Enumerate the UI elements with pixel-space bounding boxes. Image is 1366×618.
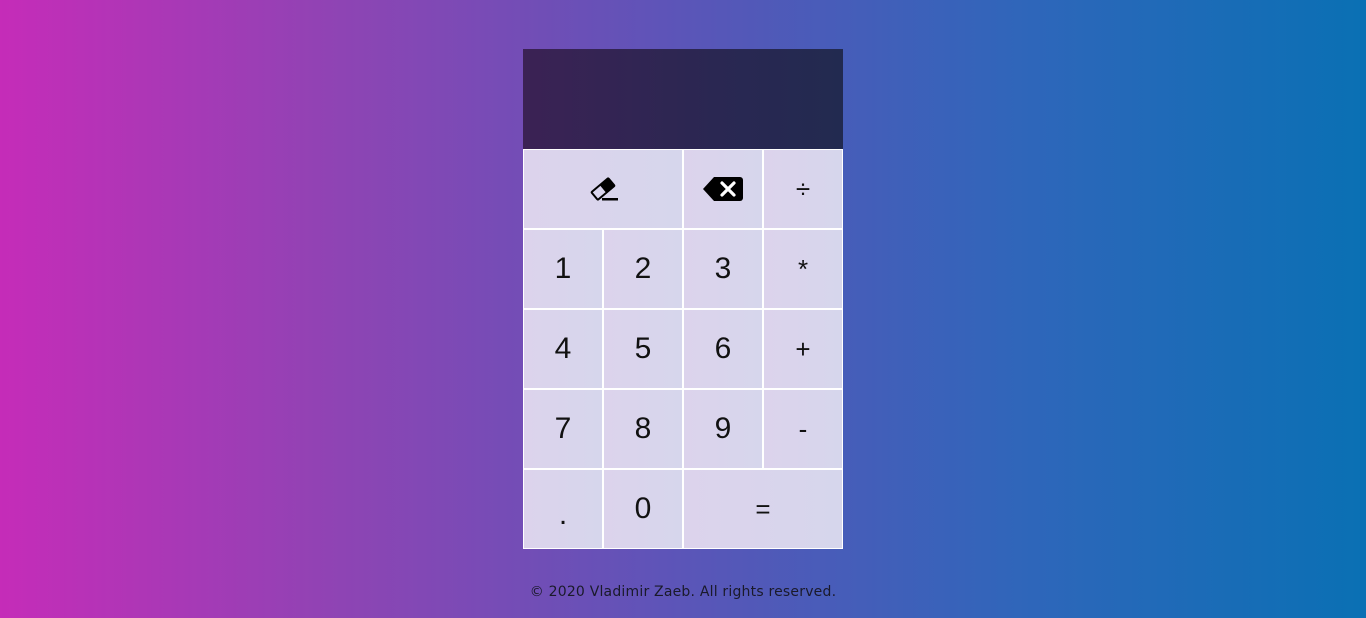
minus-button[interactable]: -	[763, 389, 843, 469]
decimal-point-button[interactable]: .	[523, 469, 603, 549]
digit-7-button[interactable]: 7	[523, 389, 603, 469]
digit-2-button[interactable]: 2	[603, 229, 683, 309]
calculator-display	[523, 49, 843, 149]
backspace-icon	[703, 177, 743, 201]
digit-1-button[interactable]: 1	[523, 229, 603, 309]
digit-0-button[interactable]: 0	[603, 469, 683, 549]
equals-button[interactable]: =	[683, 469, 843, 549]
multiply-button[interactable]: *	[763, 229, 843, 309]
keypad: ÷ 1 2 3 * 4 5 6 + 7 8 9 - . 0 =	[523, 149, 843, 549]
backspace-button[interactable]	[683, 149, 763, 229]
copyright-footer: © 2020 Vladimir Zaeb. All rights reserve…	[529, 584, 837, 600]
digit-9-button[interactable]: 9	[683, 389, 763, 469]
digit-6-button[interactable]: 6	[683, 309, 763, 389]
divide-button[interactable]: ÷	[763, 149, 843, 229]
digit-4-button[interactable]: 4	[523, 309, 603, 389]
digit-8-button[interactable]: 8	[603, 389, 683, 469]
plus-button[interactable]: +	[763, 309, 843, 389]
calculator: ÷ 1 2 3 * 4 5 6 + 7 8 9 - . 0 =	[523, 49, 843, 549]
eraser-icon	[590, 177, 618, 201]
digit-3-button[interactable]: 3	[683, 229, 763, 309]
digit-5-button[interactable]: 5	[603, 309, 683, 389]
clear-button[interactable]	[523, 149, 683, 229]
